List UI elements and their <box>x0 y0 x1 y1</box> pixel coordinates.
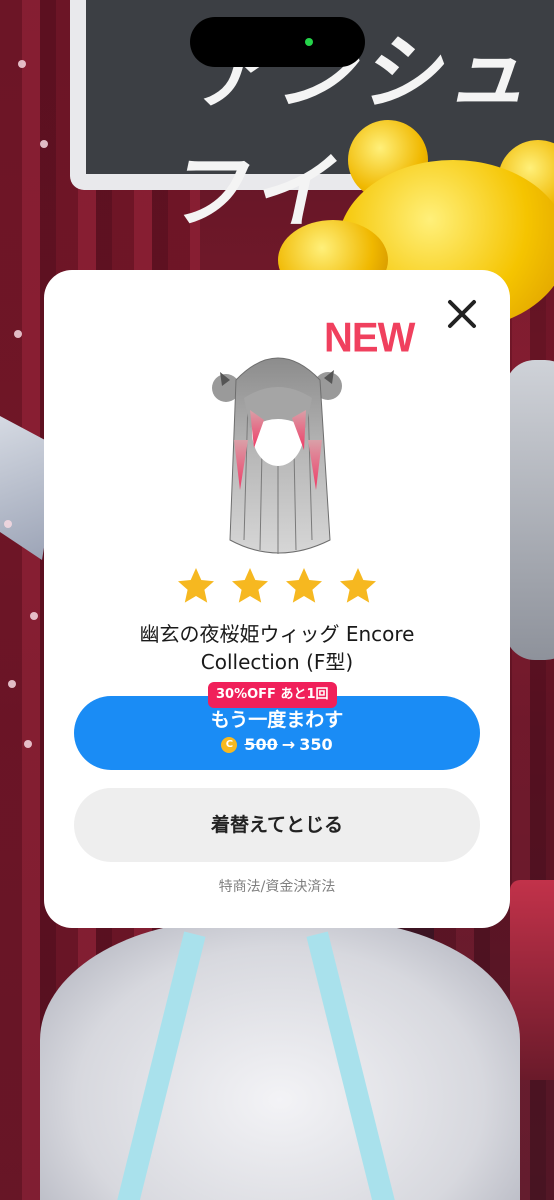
legal-notice-link[interactable]: 特商法/資金決済法 <box>44 876 510 896</box>
price-new: 350 <box>299 735 333 754</box>
coin-icon: C <box>221 737 238 753</box>
star-icon <box>232 568 268 603</box>
gacha-result-dialog: NEW 幽玄の夜桜姫ウィッグ Encore Collection (F型) 30… <box>44 270 510 928</box>
spin-again-label: もう一度まわす <box>210 709 344 731</box>
spin-price: C 500 → 350 <box>74 734 480 756</box>
item-name: 幽玄の夜桜姫ウィッグ Encore Collection (F型) <box>64 620 490 676</box>
close-button[interactable] <box>444 296 480 332</box>
star-icon <box>286 568 322 603</box>
close-icon <box>448 300 476 328</box>
dynamic-island <box>190 17 365 67</box>
camera-indicator-icon <box>305 38 313 46</box>
item-name-line2: Collection (F型) <box>200 650 354 674</box>
change-and-close-button[interactable]: 着替えてとじる <box>74 788 480 862</box>
price-arrow: → <box>281 735 296 754</box>
discount-badge: 30%OFF あと1回 <box>208 682 337 708</box>
star-icon <box>340 568 376 603</box>
avatar-character <box>40 920 520 1200</box>
rarity-stars <box>44 566 510 606</box>
price-old: 500 <box>244 735 278 754</box>
wig-item-image <box>212 357 342 554</box>
star-icon <box>178 568 214 603</box>
item-name-line1: 幽玄の夜桜姫ウィッグ Encore <box>139 622 415 646</box>
right-character-part <box>505 360 554 660</box>
